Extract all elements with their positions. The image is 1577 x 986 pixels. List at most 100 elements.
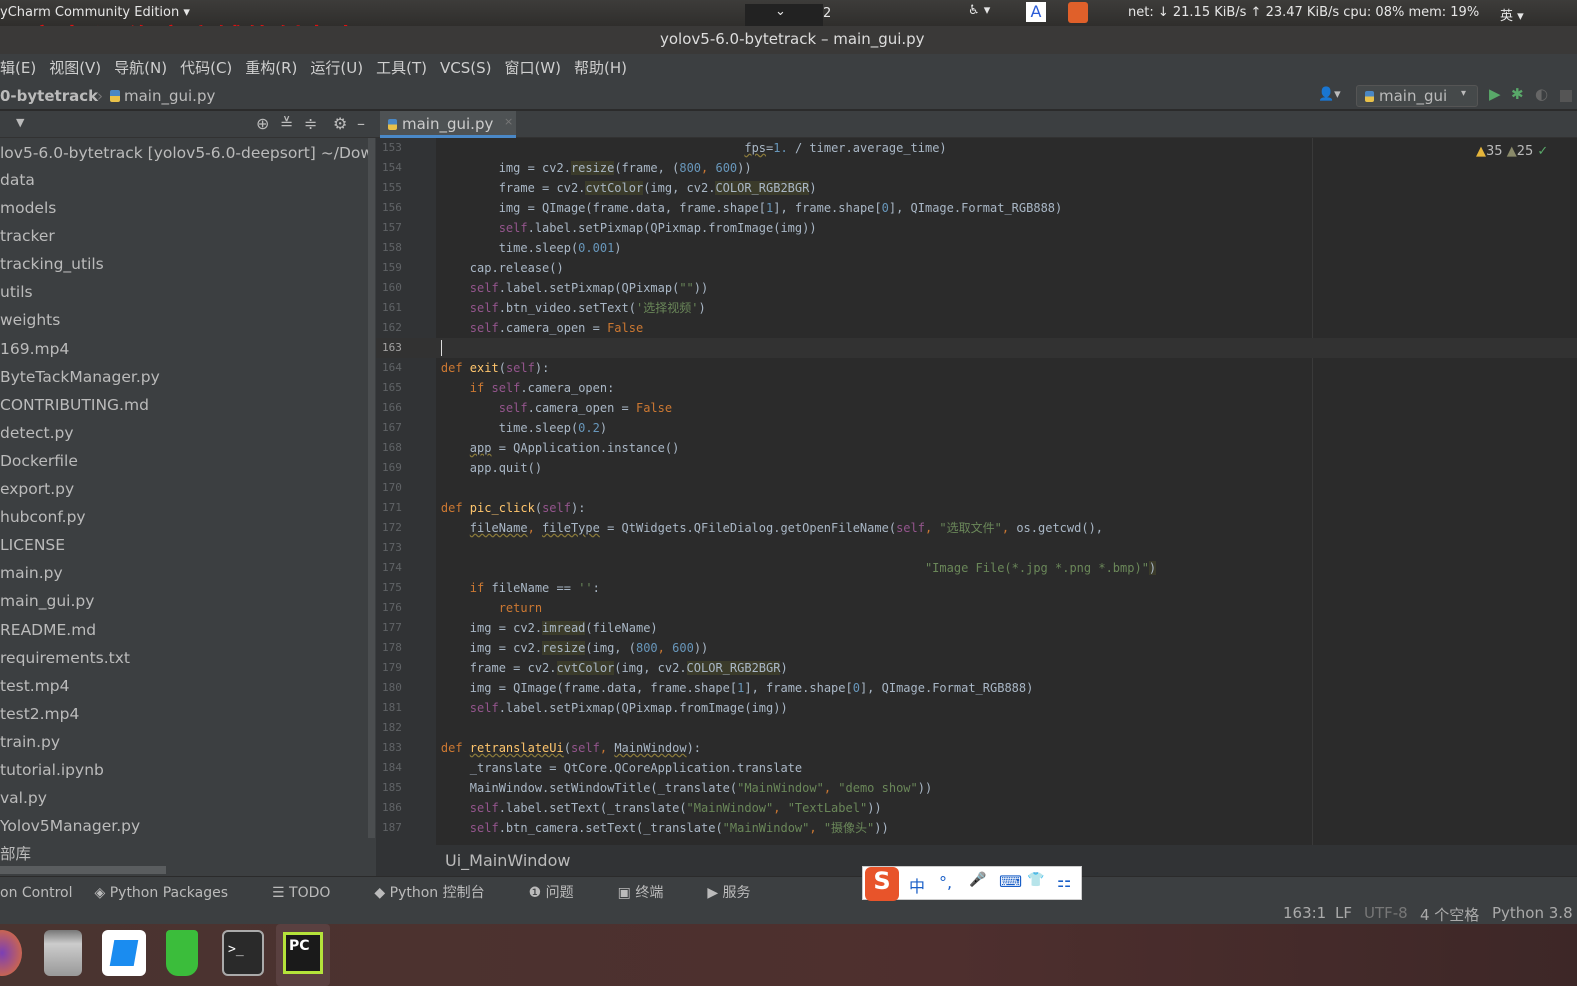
code-line[interactable]: 159 cap.release() xyxy=(376,258,1577,278)
tool-terminal[interactable]: ▣ 终端 xyxy=(618,885,686,901)
code-line[interactable]: 164 def exit(self): xyxy=(376,358,1577,378)
tree-item[interactable]: test.mp4 xyxy=(0,672,376,700)
menu-help[interactable]: 帮助(H) xyxy=(574,59,627,77)
close-icon[interactable]: × xyxy=(504,115,513,128)
tree-item[interactable]: CONTRIBUTING.md xyxy=(0,391,376,419)
menu-code[interactable]: 代码(C) xyxy=(180,59,232,77)
tree-item[interactable]: 169.mp4 xyxy=(0,335,376,363)
keyboard-icon[interactable]: ⌨ xyxy=(999,872,1022,891)
tree-item[interactable]: data xyxy=(0,166,376,194)
input-language[interactable]: 英 ▾ xyxy=(1500,5,1524,24)
code-line[interactable]: 168 app = QApplication.instance() xyxy=(376,438,1577,458)
code-line[interactable]: 163 xyxy=(376,338,1577,358)
tree-item[interactable]: ByteTackManager.py xyxy=(0,363,376,391)
menu-window[interactable]: 窗口(W) xyxy=(504,59,561,77)
expand-all-icon[interactable]: ≚ xyxy=(280,114,293,133)
code-line[interactable]: 155 frame = cv2.cvtColor(img, cv2.COLOR_… xyxy=(376,178,1577,198)
vertical-scrollbar[interactable] xyxy=(368,138,375,838)
tree-item[interactable]: train.py xyxy=(0,728,376,756)
code-line[interactable]: 167 time.sleep(0.2) xyxy=(376,418,1577,438)
code-line[interactable]: 158 time.sleep(0.001) xyxy=(376,238,1577,258)
tree-item[interactable]: main_gui.py xyxy=(0,587,376,615)
code-line[interactable]: 183 def retranslateUi(self, MainWindow): xyxy=(376,738,1577,758)
menu-tools[interactable]: 工具(T) xyxy=(376,59,427,77)
menu-refactor[interactable]: 重构(R) xyxy=(245,59,297,77)
code-line[interactable]: 161 self.btn_video.setText('选择视频') xyxy=(376,298,1577,318)
chevron-down-icon[interactable]: ▼ xyxy=(16,116,24,129)
app-indicator-icon[interactable] xyxy=(1068,2,1088,23)
code-line[interactable]: 182 xyxy=(376,718,1577,738)
terminal-icon[interactable]: >_ xyxy=(222,930,264,976)
tree-item[interactable]: README.md xyxy=(0,616,376,644)
code-editor[interactable]: 153 fps=1. / timer.average_time) 154 img … xyxy=(376,138,1577,845)
code-line[interactable]: 175 if fileName == '': xyxy=(376,578,1577,598)
code-line[interactable]: 172 fileName, fileType = QtWidgets.QFile… xyxy=(376,518,1577,538)
file-manager-icon[interactable] xyxy=(44,930,82,976)
tree-item[interactable]: export.py xyxy=(0,475,376,503)
horizontal-scrollbar[interactable] xyxy=(0,866,166,874)
code-line[interactable]: 181 self.label.setPixmap(QPixmap.fromIma… xyxy=(376,698,1577,718)
code-line[interactable]: 176 return xyxy=(376,598,1577,618)
code-line[interactable]: 180 img = QImage(frame.data, frame.shape… xyxy=(376,678,1577,698)
collapse-all-icon[interactable]: ≑ xyxy=(304,114,317,133)
code-line[interactable]: 173 xyxy=(376,538,1577,558)
breadcrumb-class[interactable]: Ui_MainWindow xyxy=(445,851,570,870)
python-interpreter[interactable]: Python 3.8 xyxy=(1492,904,1573,922)
tree-item[interactable]: Dockerfile xyxy=(0,447,376,475)
code-line[interactable]: 165 if self.camera_open: xyxy=(376,378,1577,398)
tree-item[interactable]: detect.py xyxy=(0,419,376,447)
menu-run[interactable]: 运行(U) xyxy=(310,59,363,77)
breadcrumb-file[interactable]: main_gui.py xyxy=(124,87,215,105)
tree-item[interactable]: Yolov5Manager.py xyxy=(0,812,376,840)
toolbox-icon[interactable]: ⚏ xyxy=(1057,872,1071,891)
code-line[interactable]: 160 self.label.setPixmap(QPixmap("")) xyxy=(376,278,1577,298)
minimize-icon[interactable]: – xyxy=(357,114,365,133)
sogou-logo-icon[interactable]: S xyxy=(865,867,899,901)
tree-item[interactable]: hubconf.py xyxy=(0,503,376,531)
run-config-select[interactable]: main_gui ▾ xyxy=(1356,85,1478,107)
tree-item[interactable]: weights xyxy=(0,306,376,334)
skin-icon[interactable]: 👕 xyxy=(1027,872,1044,888)
code-line[interactable]: 153 fps=1. / timer.average_time) xyxy=(376,138,1577,158)
code-line[interactable]: 169 app.quit() xyxy=(376,458,1577,478)
tool-problems[interactable]: ❶ 问题 xyxy=(529,885,596,901)
tool-version-control[interactable]: on Control xyxy=(0,885,73,901)
code-line[interactable]: 170 xyxy=(376,478,1577,498)
debug-icon[interactable]: ✱ xyxy=(1511,85,1524,103)
ime-chinese-mode[interactable]: 中 xyxy=(909,873,925,897)
run-icon[interactable]: ▶ xyxy=(1489,85,1501,103)
menu-view[interactable]: 视图(V) xyxy=(49,59,101,77)
menu-vcs[interactable]: VCS(S) xyxy=(440,59,491,77)
accessibility-icon[interactable]: ♿ ▾ xyxy=(968,3,990,18)
todesk-icon[interactable] xyxy=(102,930,146,976)
tool-services[interactable]: ▶ 服务 xyxy=(707,885,772,901)
indent-setting[interactable]: 4 个空格 xyxy=(1420,904,1479,925)
code-line[interactable]: 179 frame = cv2.cvtColor(img, cv2.COLOR_… xyxy=(376,658,1577,678)
gear-icon[interactable]: ⚙ xyxy=(333,114,347,133)
tree-item[interactable]: requirements.txt xyxy=(0,644,376,672)
coverage-icon[interactable]: ◐ xyxy=(1535,85,1548,103)
tree-item[interactable]: lov5-6.0-bytetrack [yolov5-6.0-deepsort]… xyxy=(0,139,376,166)
code-line[interactable]: 154 img = cv2.resize(frame, (800, 600)) xyxy=(376,158,1577,178)
microphone-icon[interactable]: 🎤 xyxy=(969,872,986,888)
code-line[interactable]: 162 self.camera_open = False xyxy=(376,318,1577,338)
file-encoding[interactable]: UTF-8 xyxy=(1364,904,1408,922)
green-app-icon[interactable] xyxy=(166,930,198,976)
breadcrumb-project[interactable]: 0-bytetrack xyxy=(0,87,98,105)
code-line[interactable]: 187 self.btn_camera.setText(_translate("… xyxy=(376,818,1577,838)
tree-item[interactable]: tracker xyxy=(0,222,376,250)
caret-position[interactable]: 163:1 xyxy=(1283,904,1326,922)
workspace-switcher[interactable]: ⌄ 2 xyxy=(745,4,831,28)
pycharm-dock-active[interactable]: PC xyxy=(276,924,330,986)
code-line[interactable]: 174 "Image File(*.jpg *.png *.bmp)") xyxy=(376,558,1577,578)
tool-python-console[interactable]: ◆ Python 控制台 xyxy=(374,885,506,901)
code-line[interactable]: 171 def pic_click(self): xyxy=(376,498,1577,518)
locate-icon[interactable]: ⊕ xyxy=(256,114,269,133)
code-line[interactable]: 184 _translate = QtCore.QCoreApplication… xyxy=(376,758,1577,778)
tree-item[interactable]: tracking_utils xyxy=(0,250,376,278)
tree-item[interactable]: LICENSE xyxy=(0,531,376,559)
code-line[interactable]: 186 self.label.setText(_translate("MainW… xyxy=(376,798,1577,818)
firefox-icon[interactable] xyxy=(0,930,22,976)
stop-icon[interactable] xyxy=(1560,90,1572,102)
tab-main-gui[interactable]: main_gui.py × xyxy=(380,111,516,138)
